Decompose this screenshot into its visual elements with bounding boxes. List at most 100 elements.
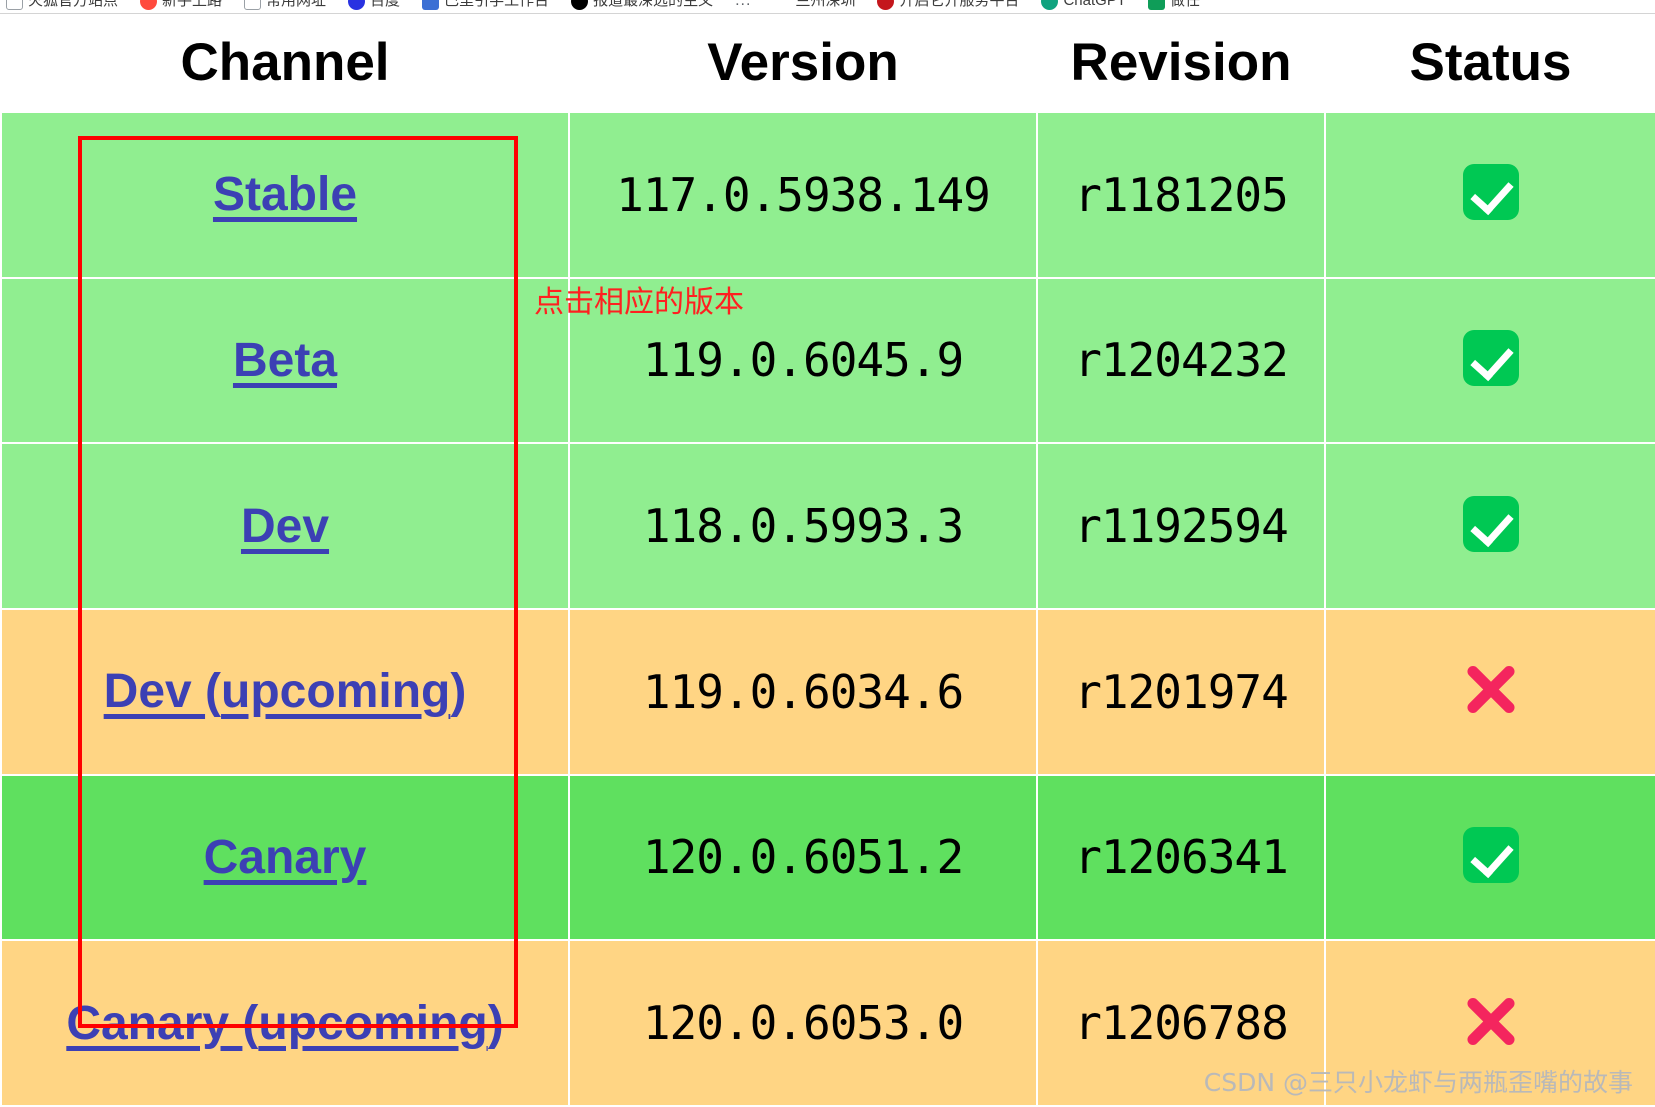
- bookmark-label: 新手上路: [162, 0, 223, 9]
- blue-folder-icon: [422, 0, 440, 10]
- bookmarks-overflow-icon[interactable]: ...: [735, 0, 751, 10]
- version-text: 120.0.6051.2: [642, 830, 964, 885]
- chatgpt-icon: [1041, 0, 1059, 10]
- bookmark-item[interactable]: 巴里引学工作台: [422, 0, 550, 13]
- column-header-status: Status: [1325, 14, 1655, 112]
- check-mark-icon: [1462, 329, 1519, 386]
- channel-link-upcoming[interactable]: upcoming: [221, 665, 450, 718]
- bookmark-item[interactable]: 百度: [348, 0, 401, 13]
- bookmark-label: 火狐官方站点: [28, 0, 119, 9]
- chrome-version-table: Channel Version Revision Status Stable 11…: [0, 14, 1655, 1107]
- green-square-icon: [1148, 0, 1165, 10]
- bookmark-item[interactable]: 新手上路: [140, 0, 223, 13]
- table-row: Canary 120.0.6051.2 r1206341: [0, 773, 1655, 942]
- table-row: Canary (upcoming) 120.0.6053.0 r1206788: [0, 939, 1655, 1107]
- cell-channel: Dev (upcoming): [0, 607, 570, 776]
- column-header-channel: Channel: [1, 14, 569, 112]
- version-text: 117.0.5938.149: [616, 167, 991, 222]
- bookmark-item[interactable]: 做任: [1148, 0, 1201, 13]
- channel-link[interactable]: Stable: [213, 167, 357, 222]
- bookmark-label: 常用网址: [266, 0, 327, 9]
- table-row: Dev 118.0.5993.3 r1192594: [0, 442, 1655, 610]
- bookmark-outline-icon: [244, 0, 262, 10]
- revision-text: r1181205: [1074, 167, 1289, 222]
- cross-mark-icon: [1460, 658, 1522, 720]
- cell-version: 117.0.5938.149: [568, 111, 1038, 279]
- bookmark-item[interactable]: 常用网址: [244, 0, 327, 13]
- version-text: 120.0.6053.0: [642, 996, 964, 1051]
- channel-link[interactable]: Canary (upcoming): [66, 996, 503, 1051]
- check-mark-icon: [1462, 164, 1519, 221]
- revision-text: r1206788: [1074, 996, 1289, 1051]
- cross-mark-icon: [1460, 990, 1522, 1052]
- channel-link[interactable]: Beta: [233, 333, 337, 388]
- cell-status: [1324, 773, 1655, 942]
- channel-link-primary[interactable]: Canary: [66, 997, 242, 1050]
- channel-link[interactable]: Canary: [204, 830, 367, 885]
- cell-channel: Stable: [0, 111, 570, 279]
- cell-status: [1324, 607, 1655, 776]
- cell-revision: r1204232: [1036, 276, 1326, 445]
- table-row: Dev (upcoming) 119.0.6034.6 r1201974: [0, 607, 1655, 776]
- shield-icon: [773, 0, 791, 10]
- tiktok-icon: [571, 0, 589, 10]
- header-row: Channel Version Revision Status: [1, 14, 1655, 112]
- firefox-icon: [140, 0, 158, 10]
- table-body: Stable 117.0.5938.149 r1181205 Beta 119.0.60…: [0, 111, 1655, 1107]
- bookmark-label: 兰州深圳: [795, 0, 856, 9]
- check-mark-icon: [1462, 495, 1519, 552]
- version-text: 119.0.6045.9: [642, 333, 964, 388]
- cell-version: 118.0.5993.3: [568, 442, 1038, 610]
- red-dot-icon: [877, 0, 895, 10]
- bookmark-item[interactable]: 报道最深远的主义: [571, 0, 714, 13]
- cell-version: 120.0.6051.2: [568, 773, 1038, 942]
- cell-status: [1324, 111, 1655, 279]
- revision-text: r1206341: [1074, 830, 1289, 885]
- bookmark-item[interactable]: ChatGPT: [1041, 0, 1126, 13]
- bookmark-label: 百度: [370, 0, 401, 9]
- revision-text: r1201974: [1074, 664, 1289, 719]
- channel-paren-close: ): [450, 665, 467, 719]
- bookmark-label: 做任: [1170, 0, 1201, 9]
- channel-link[interactable]: Dev: [241, 499, 329, 554]
- cell-revision: r1201974: [1036, 607, 1326, 776]
- revision-text: r1204232: [1074, 333, 1289, 388]
- bookmark-item[interactable]: 开启它开服务平台: [877, 0, 1020, 13]
- cell-version: 119.0.6034.6: [568, 607, 1038, 776]
- channel-link-primary[interactable]: Dev: [104, 665, 205, 718]
- cell-channel: Canary (upcoming): [0, 939, 570, 1107]
- cell-version: 119.0.6045.9: [568, 276, 1038, 445]
- bookmark-item[interactable]: 兰州深圳: [773, 0, 856, 13]
- cell-channel: Beta: [0, 276, 570, 445]
- cell-revision: r1181205: [1036, 111, 1326, 279]
- cell-status: [1324, 939, 1655, 1107]
- channel-link[interactable]: Dev (upcoming): [104, 664, 467, 719]
- column-header-version: Version: [569, 14, 1037, 112]
- bookmarks-strip: 火狐官方站点 新手上路 常用网址 百度 巴里引学工作台 报道最深远的主义... 兰州深圳 开启…: [6, 0, 1201, 13]
- cell-status: [1324, 276, 1655, 445]
- cell-status: [1324, 442, 1655, 610]
- revision-text: r1192594: [1074, 499, 1289, 554]
- baidu-icon: [348, 0, 366, 10]
- version-text: 119.0.6034.6: [642, 664, 964, 719]
- table-header: Channel Version Revision Status: [1, 14, 1655, 112]
- channel-paren-close: ): [487, 996, 504, 1050]
- check-mark-icon: [1462, 826, 1519, 883]
- table-row: Stable 117.0.5938.149 r1181205: [0, 111, 1655, 279]
- cell-revision: r1206341: [1036, 773, 1326, 942]
- channel-link-upcoming[interactable]: upcoming: [258, 997, 487, 1050]
- bookmark-label: 开启它开服务平台: [899, 0, 1020, 9]
- table-row: Beta 119.0.6045.9 r1204232: [0, 276, 1655, 445]
- version-text: 118.0.5993.3: [642, 499, 964, 554]
- cell-channel: Dev: [0, 442, 570, 610]
- bookmark-item[interactable]: 火狐官方站点: [6, 0, 119, 13]
- cell-channel: Canary: [0, 773, 570, 942]
- cell-version: 120.0.6053.0: [568, 939, 1038, 1107]
- cell-revision: r1192594: [1036, 442, 1326, 610]
- bookmark-label: ChatGPT: [1063, 0, 1126, 9]
- bookmark-outline-icon: [6, 0, 23, 10]
- channel-paren-open: (: [205, 665, 222, 719]
- channel-paren-open: (: [242, 996, 259, 1050]
- bookmark-label: 报道最深远的主义: [593, 0, 714, 9]
- bookmark-label: 巴里引学工作台: [444, 0, 550, 9]
